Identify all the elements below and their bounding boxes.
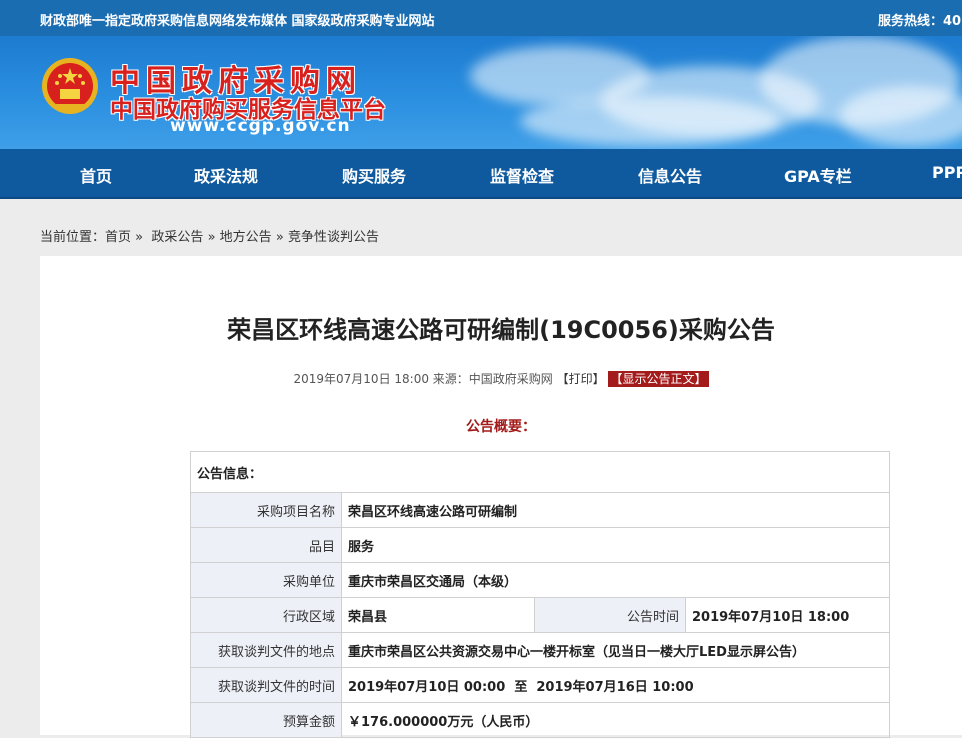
site-url: www.ccgp.gov.cn (170, 116, 351, 136)
row-value: 服务 (341, 527, 890, 563)
nav-gpa[interactable]: GPA专栏 (784, 163, 852, 187)
show-full-notice-button[interactable]: 【显示公告正文】 (608, 371, 709, 387)
breadcrumb-prefix: 当前位置： (40, 230, 106, 245)
table-row: 公告信息： (190, 451, 890, 493)
row-label: 获取谈判文件的时间 (190, 667, 342, 703)
row-label: 采购项目名称 (190, 492, 342, 528)
row-label: 品目 (190, 527, 342, 563)
table-row: 行政区域 荣昌县 公告时间 2019年07月10日 18:00 (190, 597, 890, 633)
row-label: 获取谈判文件的地点 (190, 632, 342, 668)
site-banner: 中国政府采购网 中国政府购买服务信息平台 www.ccgp.gov.cn (0, 36, 962, 149)
breadcrumb: 当前位置：首页 » 政采公告 » 地方公告 » 竞争性谈判公告 (40, 226, 379, 245)
main-nav: 首页 政采法规 购买服务 监督检查 信息公告 GPA专栏 PPP (0, 149, 962, 199)
article-title: 荣昌区环线高速公路可研编制(19C0056)采购公告 (227, 316, 775, 344)
breadcrumb-separator: » (275, 230, 284, 245)
summary-heading: 公告概要： (466, 419, 536, 435)
article-date: 2019年07月10日 18:00 (293, 372, 429, 386)
row-value: 荣昌区环线高速公路可研编制 (341, 492, 890, 528)
row-value: 2019年07月10日 18:00 (685, 597, 890, 633)
row-label: 预算金额 (190, 702, 342, 738)
breadcrumb-local-notices[interactable]: 地方公告 (220, 230, 272, 245)
row-value: 2019年07月10日 00:00 至 2019年07月16日 10:00 (341, 667, 890, 703)
article-source: 来源：中国政府采购网 (432, 372, 553, 386)
row-value: 重庆市荣昌区交通局（本级） (341, 562, 890, 598)
print-link[interactable]: 【打印】 (557, 372, 605, 386)
table-row: 获取谈判文件的时间 2019年07月10日 00:00 至 2019年07月16… (190, 667, 890, 703)
top-bar: 财政部唯一指定政府采购信息网络发布媒体 国家级政府采购专业网站 服务热线：40 (0, 0, 962, 36)
service-hotline: 服务热线：40 (878, 14, 962, 29)
table-row: 预算金额 ￥176.000000万元（人民币） (190, 702, 890, 738)
row-label: 采购单位 (190, 562, 342, 598)
row-value: 重庆市荣昌区公共资源交易中心一楼开标室（见当日一楼大厅LED显示屏公告） (341, 632, 890, 668)
row-label: 行政区域 (190, 597, 342, 633)
table-row: 采购项目名称 荣昌区环线高速公路可研编制 (190, 492, 890, 528)
table-header: 公告信息： (190, 451, 890, 493)
breadcrumb-negotiation-notices[interactable]: 竞争性谈判公告 (288, 230, 379, 245)
row-value: 荣昌县 (341, 597, 535, 633)
nav-announcements[interactable]: 信息公告 (638, 163, 702, 187)
nav-home[interactable]: 首页 (80, 163, 112, 187)
breadcrumb-home[interactable]: 首页 (105, 230, 131, 245)
nav-regulations[interactable]: 政采法规 (194, 163, 258, 187)
row-value: ￥176.000000万元（人民币） (341, 702, 890, 738)
breadcrumb-procurement-notices[interactable]: 政采公告 (151, 230, 203, 245)
breadcrumb-separator: » (207, 230, 216, 245)
row-label: 公告时间 (534, 597, 686, 633)
site-slogan: 财政部唯一指定政府采购信息网络发布媒体 国家级政府采购专业网站 (40, 14, 435, 29)
table-row: 品目 服务 (190, 527, 890, 563)
nav-supervision[interactable]: 监督检查 (490, 163, 554, 187)
article-meta: 2019年07月10日 18:00 来源：中国政府采购网 【打印】 【显示公告正… (40, 370, 962, 387)
table-row: 采购单位 重庆市荣昌区交通局（本级） (190, 562, 890, 598)
table-row: 获取谈判文件的地点 重庆市荣昌区公共资源交易中心一楼开标室（见当日一楼大厅LED… (190, 632, 890, 668)
breadcrumb-separator: » (135, 230, 144, 245)
nav-ppp[interactable]: PPP (932, 163, 962, 182)
nav-purchase-services[interactable]: 购买服务 (342, 163, 406, 187)
article-panel: 荣昌区环线高速公路可研编制(19C0056)采购公告 2019年07月10日 1… (40, 256, 962, 738)
national-emblem-icon (42, 58, 98, 114)
notice-info-table: 公告信息： 采购项目名称 荣昌区环线高速公路可研编制 品目 服务 采购单位 重庆… (190, 451, 890, 738)
